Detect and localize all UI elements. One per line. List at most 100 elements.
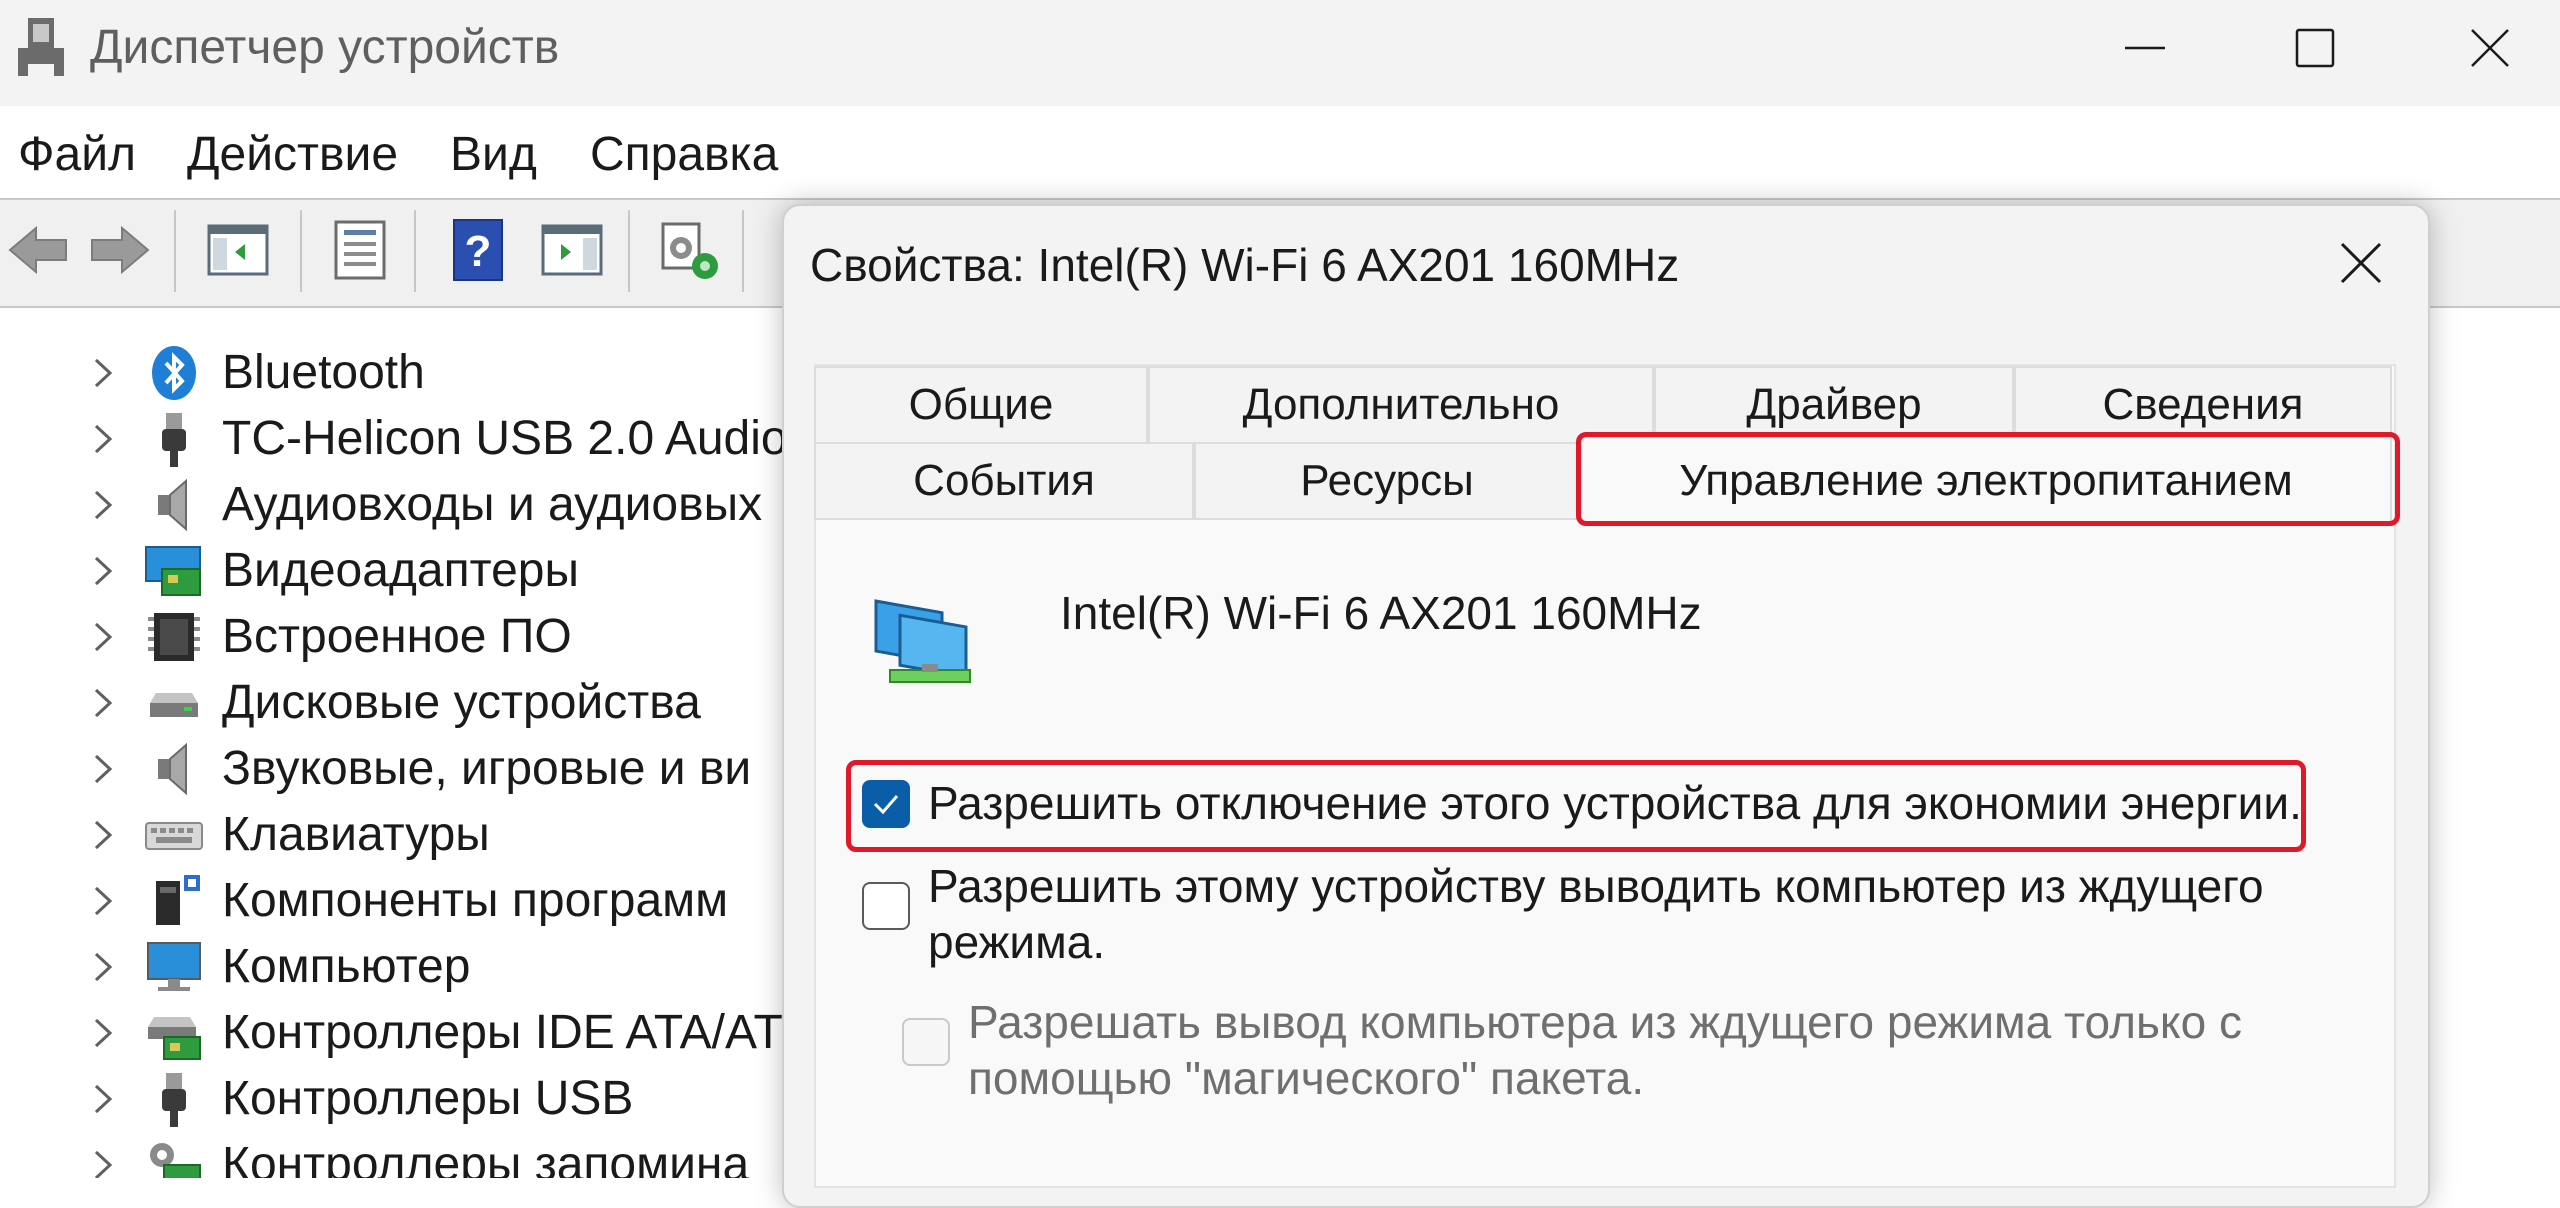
- device-name: Intel(R) Wi-Fi 6 AX201 160MHz: [1060, 587, 1702, 639]
- chevron-right-icon[interactable]: [86, 422, 120, 456]
- monitor-icon: [147, 942, 201, 991]
- minimize-button[interactable]: [2095, 10, 2195, 86]
- tree-item-tc-helicon[interactable]: TC-Helicon USB 2.0 Audio: [0, 406, 790, 472]
- maximize-icon: [2295, 28, 2335, 68]
- tree-item-keyboards[interactable]: Клавиатуры: [0, 802, 790, 868]
- tree-item-label: Компьютер: [222, 940, 471, 993]
- tab-events[interactable]: События: [814, 442, 1194, 520]
- tree-item-label: Клавиатуры: [222, 808, 490, 861]
- chevron-right-icon[interactable]: [86, 950, 120, 984]
- tree-item-usb-controllers[interactable]: Контроллеры USB: [0, 1066, 790, 1132]
- chevron-right-icon[interactable]: [86, 356, 120, 390]
- close-button[interactable]: [2440, 10, 2540, 86]
- dialog-close-button[interactable]: [2326, 228, 2396, 298]
- tree-item-bluetooth[interactable]: Bluetooth: [0, 340, 790, 406]
- tree-item-sound-game-video[interactable]: Звуковые, игровые и ви: [0, 736, 790, 802]
- chevron-right-icon[interactable]: [86, 1016, 120, 1050]
- chevron-right-icon[interactable]: [86, 554, 120, 588]
- update-driver-icon: [661, 222, 718, 279]
- tree-item-label: Встроенное ПО: [222, 610, 572, 663]
- menu-view[interactable]: Вид: [450, 126, 537, 184]
- allow-power-off-label[interactable]: Разрешить отключение этого устройства дл…: [928, 774, 2302, 832]
- chevron-right-icon[interactable]: [86, 488, 120, 522]
- close-icon: [2471, 29, 2509, 67]
- firmware-chip-icon: [148, 613, 200, 661]
- properties-sheet-icon: [334, 220, 386, 280]
- speaker-icon: [158, 742, 187, 796]
- minimize-icon: [2125, 46, 2165, 50]
- chevron-right-icon[interactable]: [86, 1148, 120, 1178]
- tree-item-firmware[interactable]: Встроенное ПО: [0, 604, 790, 670]
- tree-item-label: Компоненты программ: [222, 874, 729, 927]
- help-question-icon: ?: [453, 219, 503, 281]
- allow-power-off-checkbox[interactable]: [862, 780, 910, 828]
- storage-controller-icon: [150, 1143, 201, 1178]
- tree-item-label: Аудиовходы и аудиовых: [222, 478, 763, 531]
- tab-advanced[interactable]: Дополнительно: [1148, 366, 1654, 444]
- keyboard-icon: [145, 822, 203, 850]
- forward-button[interactable]: [82, 212, 158, 288]
- chevron-right-icon[interactable]: [86, 752, 120, 786]
- checkmark-icon: [873, 795, 899, 815]
- device-tree: Bluetooth TC-Helicon USB 2.0 Audio Аудио…: [0, 304, 790, 1178]
- magic-packet-label: Разрешать вывод компьютера из ждущего ре…: [968, 996, 2242, 1104]
- chevron-right-icon[interactable]: [86, 620, 120, 654]
- show-hide-console-tree-button[interactable]: [200, 212, 276, 288]
- power-tab-highlight-box: [1576, 432, 2400, 526]
- device-manager-app-icon: [18, 18, 64, 76]
- chevron-right-icon[interactable]: [86, 686, 120, 720]
- maximize-button[interactable]: [2265, 10, 2365, 86]
- toolbar-separator: [742, 210, 744, 292]
- magic-packet-checkbox: [902, 1018, 950, 1066]
- tree-item-computer[interactable]: Компьютер: [0, 934, 790, 1000]
- toolbar-separator: [628, 210, 630, 292]
- tree-item-label: Видеоадаптеры: [222, 544, 579, 597]
- console-tree-icon: [207, 224, 269, 276]
- tree-item-audio-io[interactable]: Аудиовходы и аудиовых: [0, 472, 790, 538]
- disk-drive-icon: [150, 693, 198, 717]
- toolbar-separator: [414, 210, 416, 292]
- bluetooth-icon: [152, 346, 196, 400]
- close-icon: [2340, 242, 2382, 284]
- tree-item-display-adapters[interactable]: Видеоадаптеры: [0, 538, 790, 604]
- software-component-icon: [156, 875, 200, 925]
- help-button[interactable]: ?: [440, 212, 516, 288]
- menu-file[interactable]: Файл: [18, 126, 136, 184]
- toolbar-separator: [300, 210, 302, 292]
- tree-item-label: Bluetooth: [222, 346, 425, 399]
- back-arrow-icon: [8, 225, 67, 275]
- chevron-right-icon[interactable]: [86, 1082, 120, 1116]
- dialog-title: Свойства: Intel(R) Wi-Fi 6 AX201 160MHz: [810, 239, 1680, 291]
- tree-item-disk-drives[interactable]: Дисковые устройства: [0, 670, 790, 736]
- tree-item-label: Дисковые устройства: [222, 676, 701, 729]
- action-pane-icon: [541, 224, 603, 276]
- tab-general[interactable]: Общие: [814, 366, 1148, 444]
- allow-wake-label[interactable]: Разрешить этому устройству выводить комп…: [928, 858, 2308, 970]
- network-adapter-icon: [874, 599, 971, 683]
- action-pane-button[interactable]: [534, 212, 610, 288]
- display-adapter-icon: [145, 546, 201, 596]
- tree-item-label: Звуковые, игровые и ви: [222, 742, 752, 795]
- tree-item-label: TC-Helicon USB 2.0 Audio: [222, 412, 788, 465]
- tree-item-software-components[interactable]: Компоненты программ: [0, 868, 790, 934]
- tree-item-label: Контроллеры запомина: [222, 1138, 750, 1178]
- chevron-right-icon[interactable]: [86, 884, 120, 918]
- allow-wake-checkbox[interactable]: [862, 882, 910, 930]
- window-title: Диспетчер устройств: [90, 21, 560, 74]
- usb-plug-icon: [162, 1073, 186, 1127]
- chevron-right-icon[interactable]: [86, 818, 120, 852]
- menu-help[interactable]: Справка: [590, 126, 778, 184]
- toolbar-separator: [174, 210, 176, 292]
- forward-arrow-icon: [91, 225, 150, 275]
- update-driver-button[interactable]: [652, 212, 728, 288]
- menu-action[interactable]: Действие: [187, 126, 398, 184]
- tab-resources[interactable]: Ресурсы: [1194, 442, 1580, 520]
- back-button[interactable]: [0, 212, 76, 288]
- tree-item-label: Контроллеры IDE ATA/AT: [222, 1006, 783, 1059]
- properties-button[interactable]: [322, 212, 398, 288]
- speaker-icon: [158, 478, 187, 532]
- tree-item-ide-controllers[interactable]: Контроллеры IDE ATA/AT: [0, 1000, 790, 1066]
- ide-controller-icon: [148, 1017, 201, 1060]
- usb-audio-icon: [162, 413, 186, 467]
- tree-item-storage-controllers[interactable]: Контроллеры запомина: [0, 1132, 790, 1178]
